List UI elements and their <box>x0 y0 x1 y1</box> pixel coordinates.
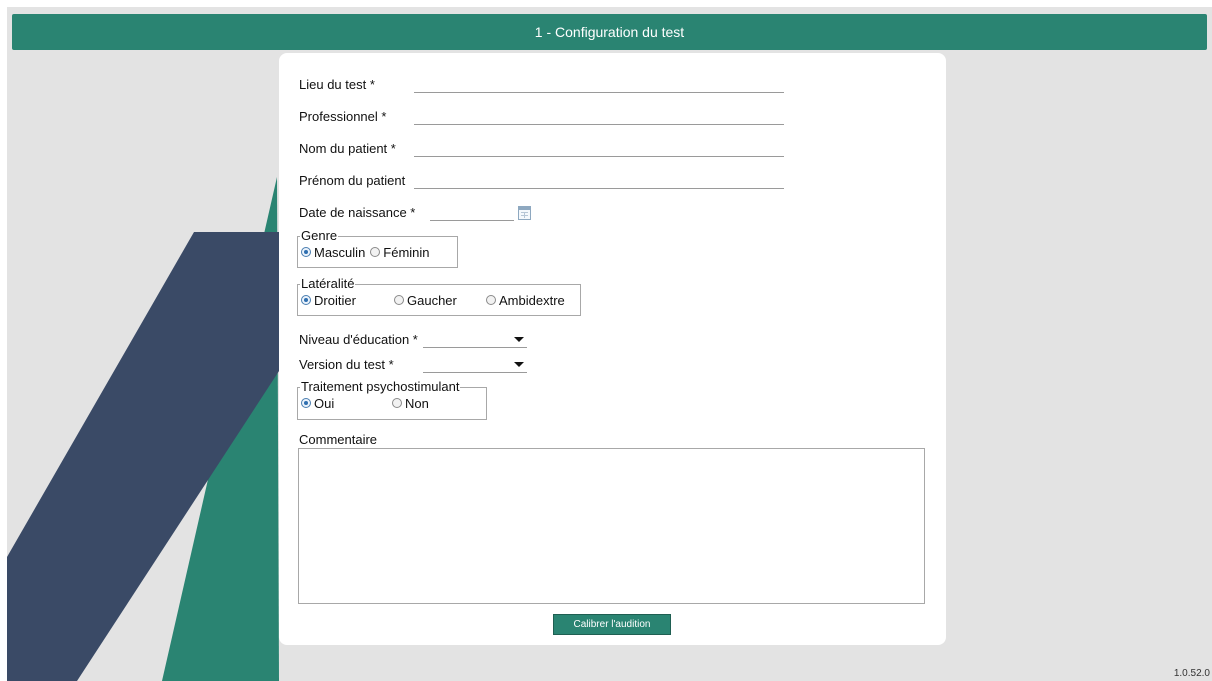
lateralite-legend: Latéralité <box>301 276 355 291</box>
radio-unchecked-icon <box>392 398 402 408</box>
radio-ambidextre-label: Ambidextre <box>499 292 565 308</box>
nom-input[interactable] <box>414 140 784 157</box>
traitement-options: Oui Non <box>301 394 480 412</box>
lieu-label: Lieu du test * <box>299 77 375 92</box>
genre-group: Genre Masculin Féminin <box>297 229 458 268</box>
prenom-label: Prénom du patient <box>299 173 406 188</box>
version-select[interactable] <box>423 356 527 373</box>
radio-droitier-label: Droitier <box>314 292 356 308</box>
nom-row: Nom du patient * <box>299 137 784 157</box>
version-label: Version du test * <box>299 357 394 372</box>
radio-non-label: Non <box>405 395 429 411</box>
genre-options: Masculin Féminin <box>301 243 451 261</box>
naissance-label: Date de naissance * <box>299 205 416 220</box>
radio-masculin[interactable]: Masculin <box>301 245 365 260</box>
comment-textarea[interactable] <box>298 448 925 604</box>
radio-gaucher-label: Gaucher <box>407 292 457 308</box>
prenom-input[interactable] <box>414 172 784 189</box>
chevron-down-icon <box>514 361 524 367</box>
radio-unchecked-icon <box>486 295 496 305</box>
traitement-group: Traitement psychostimulant Oui Non <box>297 380 487 420</box>
radio-gaucher[interactable]: Gaucher <box>394 293 486 308</box>
lateralite-options: Droitier Gaucher Ambidextre <box>301 291 574 309</box>
education-label: Niveau d'éducation * <box>299 332 418 347</box>
radio-non[interactable]: Non <box>392 396 429 411</box>
radio-masculin-label: Masculin <box>314 244 366 260</box>
traitement-legend: Traitement psychostimulant <box>301 379 460 394</box>
radio-feminin[interactable]: Féminin <box>370 244 430 260</box>
config-form: Lieu du test * Professionnel * Nom du pa… <box>279 53 946 645</box>
nom-label: Nom du patient * <box>299 141 396 156</box>
version-label: 1.0.52.0 <box>1173 668 1210 679</box>
radio-checked-icon <box>301 295 311 305</box>
radio-feminin-label: Féminin <box>383 244 430 260</box>
calendar-icon[interactable] <box>518 206 531 220</box>
naissance-row: Date de naissance * <box>299 201 531 221</box>
app-window: 1 - Configuration du test Lieu du test *… <box>7 7 1212 681</box>
professionnel-row: Professionnel * <box>299 105 784 125</box>
radio-checked-icon <box>301 398 311 408</box>
calibrate-button[interactable]: Calibrer l'audition <box>553 614 671 635</box>
professionnel-label: Professionnel * <box>299 109 387 124</box>
naissance-input[interactable] <box>430 204 514 221</box>
radio-unchecked-icon <box>370 247 381 257</box>
lieu-row: Lieu du test * <box>299 73 784 93</box>
title-bar: 1 - Configuration du test <box>12 14 1207 50</box>
radio-ambidextre[interactable]: Ambidextre <box>486 293 565 308</box>
radio-oui[interactable]: Oui <box>301 396 392 411</box>
professionnel-input[interactable] <box>414 108 784 125</box>
genre-legend: Genre <box>301 228 338 243</box>
education-select[interactable] <box>423 331 527 348</box>
lateralite-group: Latéralité Droitier Gaucher Ambidextre <box>297 277 581 316</box>
radio-checked-icon <box>301 247 311 257</box>
lieu-input[interactable] <box>414 76 784 93</box>
chevron-down-icon <box>514 336 524 342</box>
prenom-row: Prénom du patient <box>299 169 784 189</box>
education-row: Niveau d'éducation * <box>299 328 527 348</box>
radio-oui-label: Oui <box>314 395 335 411</box>
radio-droitier[interactable]: Droitier <box>301 293 394 308</box>
comment-label: Commentaire <box>299 432 378 447</box>
version-row: Version du test * <box>299 353 527 373</box>
radio-unchecked-icon <box>394 295 404 305</box>
page-title: 1 - Configuration du test <box>534 24 685 40</box>
